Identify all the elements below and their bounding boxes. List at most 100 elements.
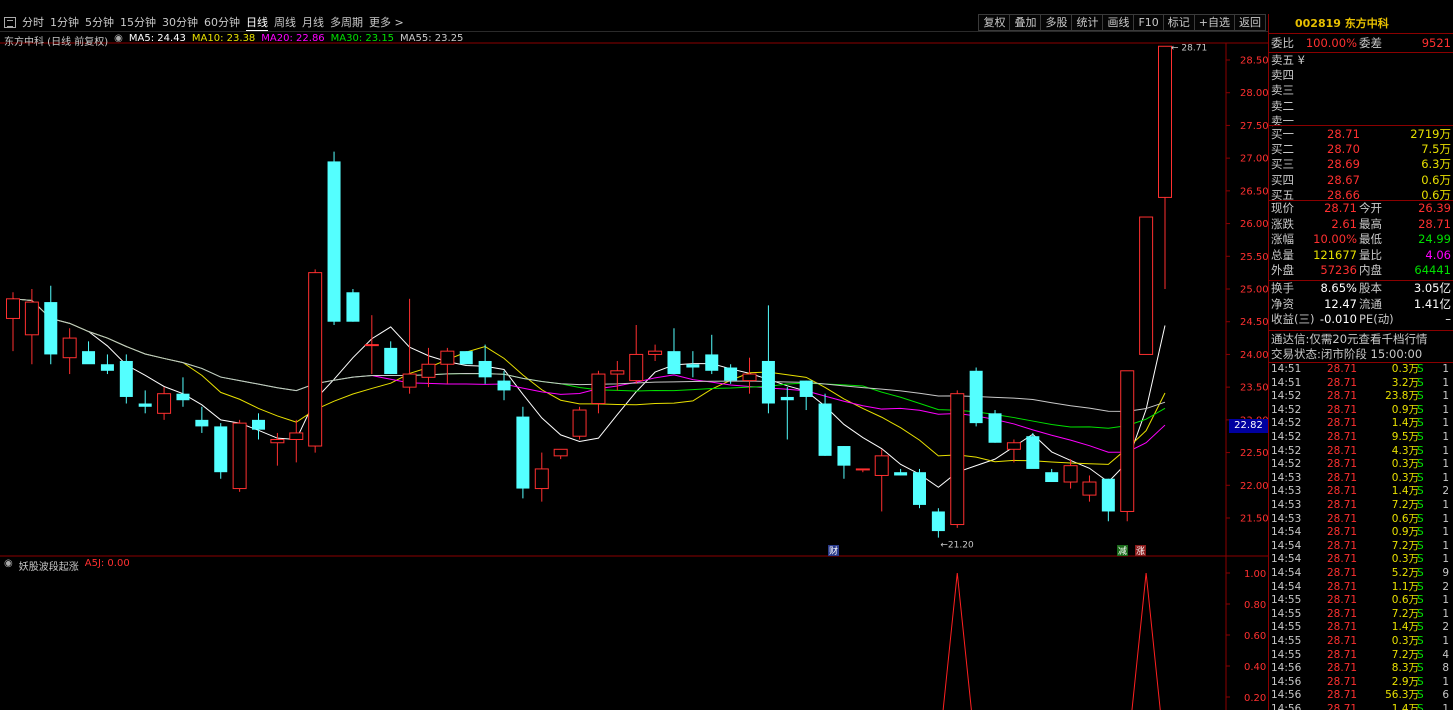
price-tick-label: 27.50 — [1240, 121, 1268, 132]
trade-price: 28.71 — [1327, 594, 1358, 607]
period-0[interactable]: 分时 — [22, 14, 44, 30]
period-7[interactable]: 周线 — [274, 14, 296, 30]
candle-body — [346, 292, 360, 322]
buy-price: 28.67 — [1327, 172, 1360, 187]
stat-row: 涨幅 10.00% 最低 24.99 — [1269, 232, 1453, 247]
stat-row-value2: 4.06 — [1425, 247, 1451, 262]
toolbar-button-0[interactable]: 复权 — [978, 14, 1011, 31]
candle-body — [308, 272, 323, 447]
trade-volume: 0.3万 — [1391, 471, 1419, 484]
period-5[interactable]: 60分钟 — [204, 14, 240, 30]
trade-time: 14:52 — [1271, 417, 1302, 430]
toolbar-button-3[interactable]: 统计 — [1071, 14, 1104, 31]
kline-chart[interactable]: 28.50 28.00 27.50 27.00 26.50 26.00 25.50 25.00… — [0, 32, 1268, 710]
toolbar-button-7[interactable]: +自选 — [1193, 14, 1235, 31]
marker-jian: 减 — [1118, 545, 1127, 557]
trade-count: 1 — [1442, 417, 1449, 430]
trade-time: 14:56 — [1271, 703, 1302, 710]
candle-body — [591, 373, 606, 404]
candle-body — [232, 422, 247, 490]
stat-row-label2: 今开 — [1359, 201, 1382, 215]
sell-row-label: 卖五 ¥ — [1271, 53, 1305, 67]
period-9[interactable]: 多周期 — [330, 14, 363, 30]
trade-price: 28.71 — [1327, 703, 1358, 710]
period-8[interactable]: 月线 — [302, 14, 324, 30]
toolbar-button-6[interactable]: 标记 — [1162, 14, 1195, 31]
weibi-row-label2: 委差 — [1359, 36, 1382, 50]
trade-side: S — [1417, 635, 1424, 647]
trade-row: 14:54 28.71 0.9万 S 1 — [1269, 526, 1453, 540]
stat2-row-label2: 股本 — [1359, 281, 1382, 295]
indicator-spike — [1131, 572, 1161, 710]
period-10[interactable]: 更多 > — [369, 14, 404, 30]
trade-row: 14:55 28.71 7.2万 S 1 — [1269, 608, 1453, 622]
stat-row-value2: 64441 — [1414, 263, 1451, 278]
trade-side: S — [1417, 363, 1424, 375]
buy-label: 买三 — [1271, 157, 1294, 172]
sell-row: 卖五 ¥ — [1269, 53, 1453, 68]
toolbar-button-8[interactable]: 返回 — [1234, 14, 1266, 31]
trade-price: 28.71 — [1327, 471, 1358, 484]
period-6[interactable]: 日线 — [246, 14, 268, 31]
marker-cai: 财 — [829, 545, 838, 557]
trade-side: S — [1417, 431, 1424, 443]
trade-row: 14:55 28.71 0.3万 S 1 — [1269, 635, 1453, 649]
price-tick-label: 22.00 — [1240, 481, 1268, 492]
trade-side: S — [1417, 376, 1424, 389]
trade-time: 14:54 — [1271, 539, 1302, 552]
trade-volume: 8.3万 — [1391, 662, 1419, 675]
trade-price: 28.71 — [1327, 458, 1358, 471]
layout-grid-icon[interactable] — [4, 16, 16, 28]
settings-dot-icon[interactable]: ◉ — [114, 33, 123, 48]
toolbar-button-4[interactable]: 画线 — [1102, 14, 1135, 31]
trade-row: 14:55 28.71 7.2万 S 4 — [1269, 649, 1453, 663]
toolbar-button-5[interactable]: F10 — [1133, 14, 1164, 31]
price-tick-label: 23.50 — [1240, 383, 1268, 394]
stat2-row-label: 收益(三) — [1271, 312, 1315, 327]
candle-body — [1120, 370, 1135, 512]
trade-volume: 0.3万 — [1391, 363, 1419, 375]
trade-time: 14:52 — [1271, 390, 1302, 403]
buy-label: 买二 — [1271, 142, 1294, 157]
candle-body — [837, 446, 851, 466]
trade-volume: 7.2万 — [1391, 607, 1419, 620]
period-4[interactable]: 30分钟 — [162, 14, 198, 30]
period-1[interactable]: 1分钟 — [50, 14, 79, 30]
trade-price: 28.71 — [1327, 376, 1358, 389]
candle-body — [516, 416, 530, 489]
candle-body — [459, 351, 473, 365]
stat2-row: 换手 8.65% 股本 3.05亿 — [1269, 281, 1453, 296]
trade-price: 28.71 — [1327, 539, 1358, 552]
weibi-row-value2: 9521 — [1421, 36, 1451, 50]
price-tick-label: 22.50 — [1240, 448, 1268, 459]
stat-row-value: 28.71 — [1324, 201, 1357, 215]
toolbar-button-2[interactable]: 多股 — [1040, 14, 1073, 31]
price-tick-label: 26.50 — [1240, 186, 1268, 197]
trade-count: 1 — [1442, 526, 1449, 539]
indicator-name[interactable]: 妖股波段起涨 — [19, 558, 79, 573]
candle-body — [931, 511, 945, 532]
trade-price: 28.71 — [1327, 689, 1358, 702]
trade-volume: 56.3万 — [1385, 689, 1419, 702]
trade-side: S — [1417, 512, 1424, 525]
toolbar-button-1[interactable]: 叠加 — [1009, 14, 1042, 31]
indicator-tick-label: 0.40 — [1244, 662, 1266, 673]
period-2[interactable]: 5分钟 — [85, 14, 114, 30]
stat2-row: 净资 12.47 流通 1.41亿 — [1269, 297, 1453, 312]
candle-body — [572, 409, 587, 437]
buy-volume: 7.5万 — [1421, 142, 1451, 157]
candle-body — [214, 426, 228, 473]
trade-row: 14:54 28.71 7.2万 S 1 — [1269, 540, 1453, 554]
notice-row-label: 通达信:仅需20元查看千档行情 — [1271, 332, 1428, 346]
indicator-settings-icon[interactable]: ◉ — [4, 558, 13, 573]
trade-volume: 5.2万 — [1391, 567, 1419, 579]
period-3[interactable]: 15分钟 — [120, 14, 156, 30]
trade-count: 1 — [1442, 499, 1449, 511]
ma20-label: MA20: 22.86 — [261, 33, 325, 44]
trade-count: 1 — [1442, 607, 1449, 620]
trade-side: S — [1417, 539, 1424, 552]
candle-body — [270, 438, 285, 444]
trade-side: S — [1417, 390, 1424, 403]
trade-side: S — [1417, 567, 1424, 579]
buy-volume: 2719万 — [1410, 127, 1451, 141]
